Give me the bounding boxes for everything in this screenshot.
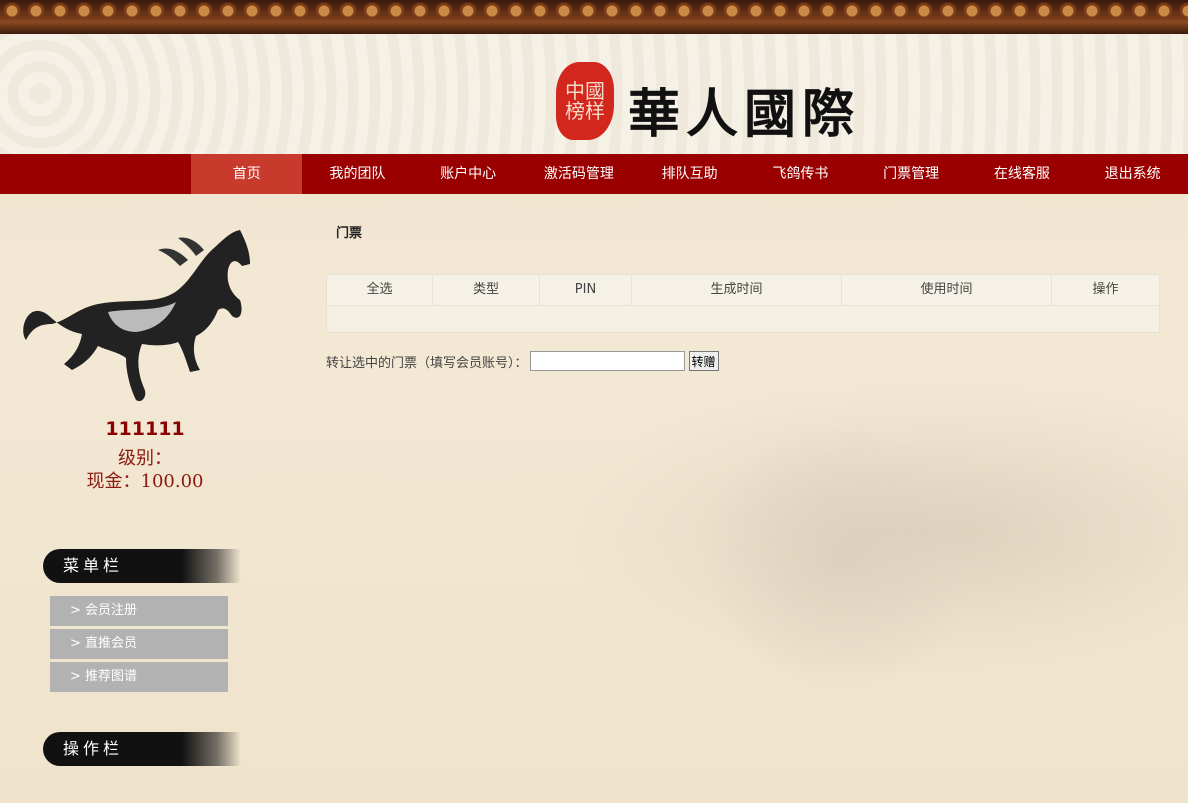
- menu-section-title: 菜单栏: [43, 549, 241, 583]
- logo-seal: 中國榜样: [556, 62, 614, 140]
- ticket-table: 全选 类型 PIN 生成时间 使用时间 操作: [326, 274, 1160, 333]
- menu-item-member-register[interactable]: > 会员注册: [50, 596, 228, 626]
- nav-item-queue-help[interactable]: 排队互助: [634, 154, 745, 194]
- column-header-actions: 操作: [1092, 282, 1119, 297]
- column-header-pin: PIN: [540, 275, 632, 305]
- site-title: 華人國際: [628, 84, 861, 145]
- user-cash-balance: 现金：100.00: [86, 471, 204, 492]
- table-header: 全选 类型 PIN 生成时间 使用时间 操作: [327, 275, 1159, 306]
- menu-item-referral-chart[interactable]: > 推荐图谱: [50, 662, 228, 692]
- horse-avatar-image: [23, 230, 251, 402]
- nav-item-ticket-management[interactable]: 门票管理: [856, 154, 967, 194]
- page-title: 门票: [336, 226, 363, 241]
- transfer-form: 转让选中的门票（填写会员账号）： 转赠: [326, 351, 719, 371]
- roof-tile-banner: [0, 0, 1188, 34]
- nav-item-my-team[interactable]: 我的团队: [302, 154, 413, 194]
- nav-item-home[interactable]: 首页: [191, 154, 303, 194]
- member-account-input[interactable]: [529, 351, 685, 371]
- column-header-type: 类型: [433, 275, 540, 305]
- operations-section-title: 操作栏: [43, 732, 241, 766]
- table-body-empty: [327, 306, 1159, 333]
- menu-item-direct-members[interactable]: > 直推会员: [50, 629, 228, 659]
- column-header-created-time: 生成时间: [632, 275, 842, 305]
- gift-ticket-button[interactable]: 转赠: [688, 351, 719, 371]
- column-header-select-all[interactable]: 全选: [327, 275, 433, 305]
- column-header-used-time: 使用时间: [842, 275, 1052, 305]
- username: 111111: [105, 418, 185, 440]
- nav-item-messages[interactable]: 飞鸽传书: [745, 154, 856, 194]
- main-nav: 首页 我的团队 账户中心 激活码管理 排队互助 飞鸽传书 门票管理 在线客服 退…: [0, 154, 1188, 194]
- nav-item-online-support[interactable]: 在线客服: [967, 154, 1078, 194]
- nav-item-logout[interactable]: 退出系统: [1077, 154, 1188, 194]
- transfer-label: 转让选中的门票（填写会员账号）：: [326, 355, 528, 371]
- nav-item-activation-codes[interactable]: 激活码管理: [524, 154, 635, 194]
- header: 中國榜样 華人國際: [0, 34, 1188, 154]
- ink-sun-decoration: [705, 428, 975, 688]
- nav-item-account-center[interactable]: 账户中心: [413, 154, 524, 194]
